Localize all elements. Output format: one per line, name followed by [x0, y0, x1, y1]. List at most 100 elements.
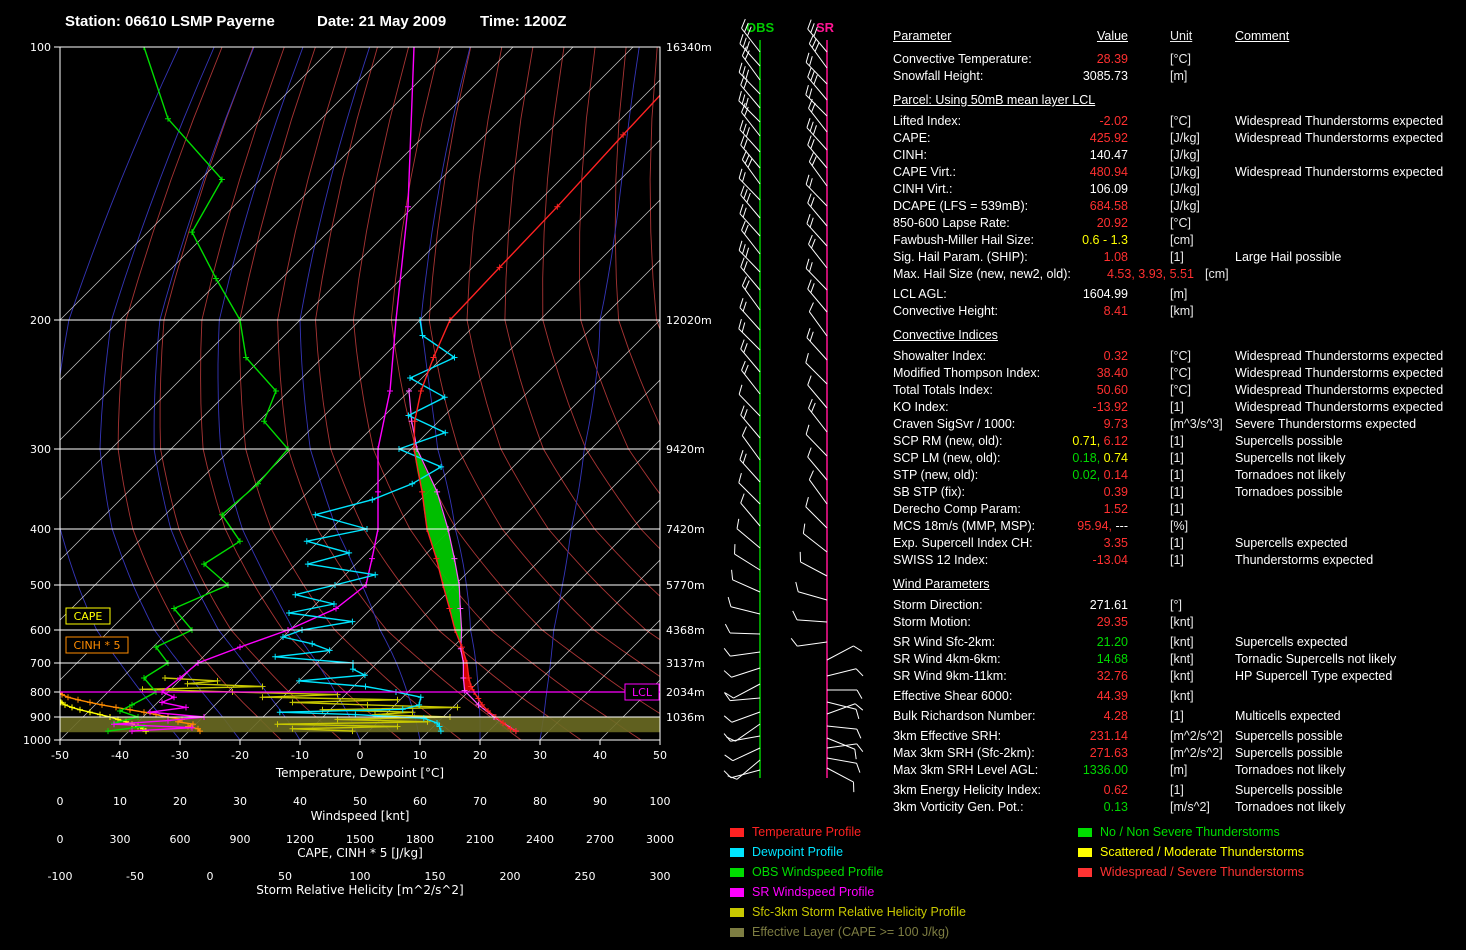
- legend-item: Scattered / Moderate Thunderstorms: [1078, 842, 1304, 862]
- param-comment: Tornadic Supercells not likely: [1235, 652, 1397, 666]
- param-unit: [m^2/s^2]: [1170, 746, 1223, 760]
- table-row: Effective Shear 6000: 44.39 [knt]: [893, 688, 1466, 705]
- svg-text:-100: -100: [48, 870, 73, 883]
- param-value: -13.04: [1013, 552, 1128, 569]
- table-row: Modified Thompson Index: 38.40 [°C] Widespr…: [893, 365, 1466, 382]
- param-value-segment: 4.28: [1103, 709, 1128, 723]
- param-value-segment: 21.20: [1096, 635, 1128, 649]
- param-value-segment: 1336.00: [1082, 763, 1128, 777]
- table-row: Max 3km SRH (Sfc-2km): 271.63 [m^2/s^2] Sup…: [893, 745, 1466, 762]
- param-comment: Supercells possible: [1235, 434, 1343, 448]
- table-section-title: Convective Indices: [893, 328, 998, 342]
- param-value: 29.35: [1013, 614, 1128, 631]
- table-row: 3km Effective SRH: 231.14 [m^2/s^2] Superce…: [893, 728, 1466, 745]
- lcl-box-label: LCL: [624, 683, 660, 701]
- param-value: 0.6 - 1.3: [1013, 232, 1128, 249]
- param-unit: [knt]: [1170, 669, 1194, 683]
- param-name: CINH Virt.:: [893, 182, 953, 196]
- param-value-segment: 0.32: [1103, 349, 1128, 363]
- param-unit: [cm]: [1205, 267, 1229, 281]
- param-value: 0.62: [1013, 782, 1128, 799]
- legend-swatch: [730, 847, 744, 857]
- param-comment: HP Supercell Type expected: [1235, 669, 1393, 683]
- param-value: 32.76: [1013, 668, 1128, 685]
- table-header-row: Parameter Value Unit Comment: [893, 28, 1466, 51]
- param-value-segment: 140.47: [1089, 148, 1128, 162]
- table-row: SR Wind 9km-11km: 32.76 [knt] HP Supercell …: [893, 668, 1466, 685]
- svg-text:20: 20: [473, 749, 487, 762]
- svg-text:600: 600: [30, 624, 51, 637]
- param-value: 8.41: [1013, 303, 1128, 320]
- param-comment: Severe Thunderstorms expected: [1235, 417, 1417, 431]
- param-value-segment: 38.40: [1096, 366, 1128, 380]
- svg-text:3137m: 3137m: [666, 657, 705, 670]
- svg-text:300: 300: [30, 443, 51, 456]
- param-unit: [knt]: [1170, 635, 1194, 649]
- param-name: SCP LM (new, old):: [893, 451, 1001, 465]
- svg-text:0: 0: [57, 795, 64, 808]
- param-value: 50.60: [1013, 382, 1128, 399]
- svg-text:0: 0: [207, 870, 214, 883]
- svg-text:70: 70: [473, 795, 487, 808]
- param-comment: Tornadoes not likely: [1235, 763, 1346, 777]
- param-name: Max. Hail Size (new, new2, old):: [893, 267, 1071, 281]
- svg-text:20: 20: [173, 795, 187, 808]
- parameters-table: Parameter Value Unit Comment Convective Temp…: [893, 28, 1466, 816]
- param-value: 9.73: [1013, 416, 1128, 433]
- param-value-segment: 0.39: [1103, 485, 1128, 499]
- param-unit: [J/kg]: [1170, 148, 1200, 162]
- param-value-segment: 425.92: [1089, 131, 1128, 145]
- param-unit: [°C]: [1170, 52, 1191, 66]
- param-unit: [°C]: [1170, 383, 1191, 397]
- param-name: Lifted Index:: [893, 114, 962, 128]
- svg-text:200: 200: [30, 314, 51, 327]
- param-value-segment: 231.14: [1089, 729, 1128, 743]
- svg-text:30: 30: [233, 795, 247, 808]
- legend-swatch: [730, 887, 744, 897]
- table-row: DCAPE (LFS = 539mB): 684.58 [J/kg]: [893, 198, 1466, 215]
- param-value-segment: -2.02: [1099, 114, 1129, 128]
- param-value: 28.39: [1013, 51, 1128, 68]
- legend-item: Effective Layer (CAPE >= 100 J/kg): [730, 922, 966, 942]
- profiles-legend: Temperature Profile Dewpoint Profile OBS W…: [730, 822, 966, 942]
- param-value: 0.32: [1013, 348, 1128, 365]
- param-value-segment: 50.60: [1096, 383, 1128, 397]
- param-name: SCP RM (new, old):: [893, 434, 1003, 448]
- table-row: Snowfall Height: 3085.73 [m]: [893, 68, 1466, 85]
- param-unit: [J/kg]: [1170, 182, 1200, 196]
- moist-adiabats: [60, 47, 640, 740]
- param-value-segment: 271.61: [1089, 598, 1128, 612]
- svg-text:2700: 2700: [586, 833, 614, 846]
- param-name: Snowfall Height:: [893, 69, 984, 83]
- param-name: LCL AGL:: [893, 287, 947, 301]
- param-unit: [m]: [1170, 69, 1188, 83]
- legend-swatch: [730, 907, 744, 917]
- legend-item: Widespread / Severe Thunderstorms: [1078, 862, 1304, 882]
- svg-text:100: 100: [650, 795, 671, 808]
- param-comment: Supercells expected: [1235, 635, 1348, 649]
- svg-text:100: 100: [30, 41, 51, 54]
- svg-text:9420m: 9420m: [666, 443, 705, 456]
- param-comment: Widespread Thunderstorms expected: [1235, 400, 1444, 414]
- param-value: 95.94, ---: [1013, 518, 1128, 535]
- param-value-segment: 6.12: [1103, 434, 1128, 448]
- table-row: SCP RM (new, old): 0.71, 6.12 [1] Supercell…: [893, 433, 1466, 450]
- param-value-segment: 480.94: [1089, 165, 1128, 179]
- param-value: 1.52: [1013, 501, 1128, 518]
- table-row: SWISS 12 Index: -13.04 [1] Thunderstorms ex…: [893, 552, 1466, 569]
- dry-adiabats: [117, 47, 660, 740]
- table-row: Derecho Comp Param: 1.52 [1]: [893, 501, 1466, 518]
- header-unit: Unit: [1170, 29, 1193, 43]
- table-row: Fawbush-Miller Hail Size: 0.6 - 1.3 [cm]: [893, 232, 1466, 249]
- svg-text:200: 200: [500, 870, 521, 883]
- param-unit: [°C]: [1170, 114, 1191, 128]
- param-unit: [J/kg]: [1170, 165, 1200, 179]
- param-value: 44.39: [1013, 688, 1128, 705]
- table-row: Showalter Index: 0.32 [°C] Widespread Thund…: [893, 348, 1466, 365]
- param-unit: [knt]: [1170, 689, 1194, 703]
- svg-text:700: 700: [30, 657, 51, 670]
- param-comment: Widespread Thunderstorms expected: [1235, 131, 1444, 145]
- param-value: -13.92: [1013, 399, 1128, 416]
- param-comment: Supercells not likely: [1235, 451, 1346, 465]
- svg-text:300: 300: [650, 870, 671, 883]
